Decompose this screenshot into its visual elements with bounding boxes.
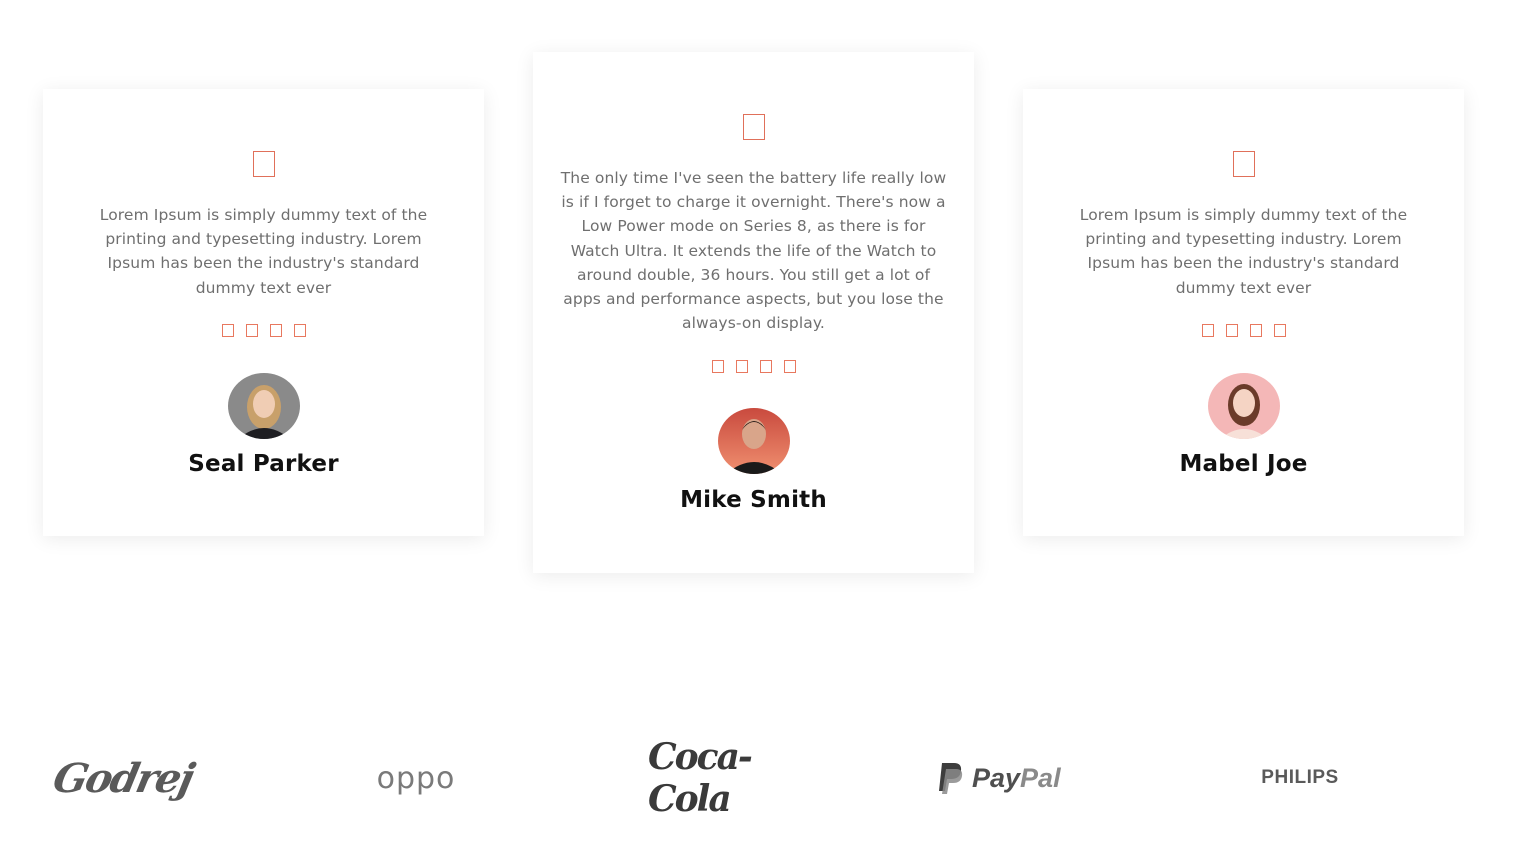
testimonial-name: Mabel Joe (1179, 451, 1308, 477)
star-icon (1225, 324, 1238, 337)
star-icon (759, 360, 772, 373)
quote-icon (252, 151, 275, 177)
star-icon (221, 324, 234, 337)
testimonial-text: Lorem Ipsum is simply dummy text of the … (99, 206, 428, 297)
avatar (227, 373, 300, 439)
coca-cola-logo: Coca-Cola (648, 736, 753, 820)
paypal-icon (939, 763, 963, 794)
star-icon (293, 324, 306, 337)
star-icon (735, 360, 748, 373)
star-icon (711, 360, 724, 373)
rating-stars (711, 360, 796, 373)
star-icon (1201, 324, 1214, 337)
rating-stars (1201, 324, 1286, 337)
avatar (717, 408, 790, 474)
testimonials-section: Lorem Ipsum is simply dummy text of the … (0, 0, 1521, 857)
testimonial-name: Seal Parker (188, 451, 339, 477)
testimonial-text: The only time I've seen the battery life… (560, 169, 947, 333)
star-icon (245, 324, 258, 337)
star-icon (269, 324, 282, 337)
rating-stars (221, 324, 306, 337)
quote-icon (1232, 151, 1255, 177)
paypal-logo: PayPal (936, 748, 1076, 808)
testimonial-name: Mike Smith (680, 487, 827, 513)
testimonial-text: Lorem Ipsum is simply dummy text of the … (1079, 206, 1408, 297)
star-icon (1273, 324, 1286, 337)
star-icon (1249, 324, 1262, 337)
godrej-logo: Godrej (49, 754, 197, 802)
star-icon (783, 360, 796, 373)
testimonial-card: The only time I've seen the battery life… (533, 52, 974, 573)
oppo-logo: oppo (376, 760, 456, 796)
philips-logo: PHILIPS (1261, 767, 1339, 788)
testimonial-card: Lorem Ipsum is simply dummy text of the … (43, 89, 484, 536)
avatar (1207, 373, 1280, 439)
testimonial-card: Lorem Ipsum is simply dummy text of the … (1023, 89, 1464, 536)
paypal-wordmark: PayPal (972, 762, 1061, 793)
quote-icon (742, 114, 765, 140)
